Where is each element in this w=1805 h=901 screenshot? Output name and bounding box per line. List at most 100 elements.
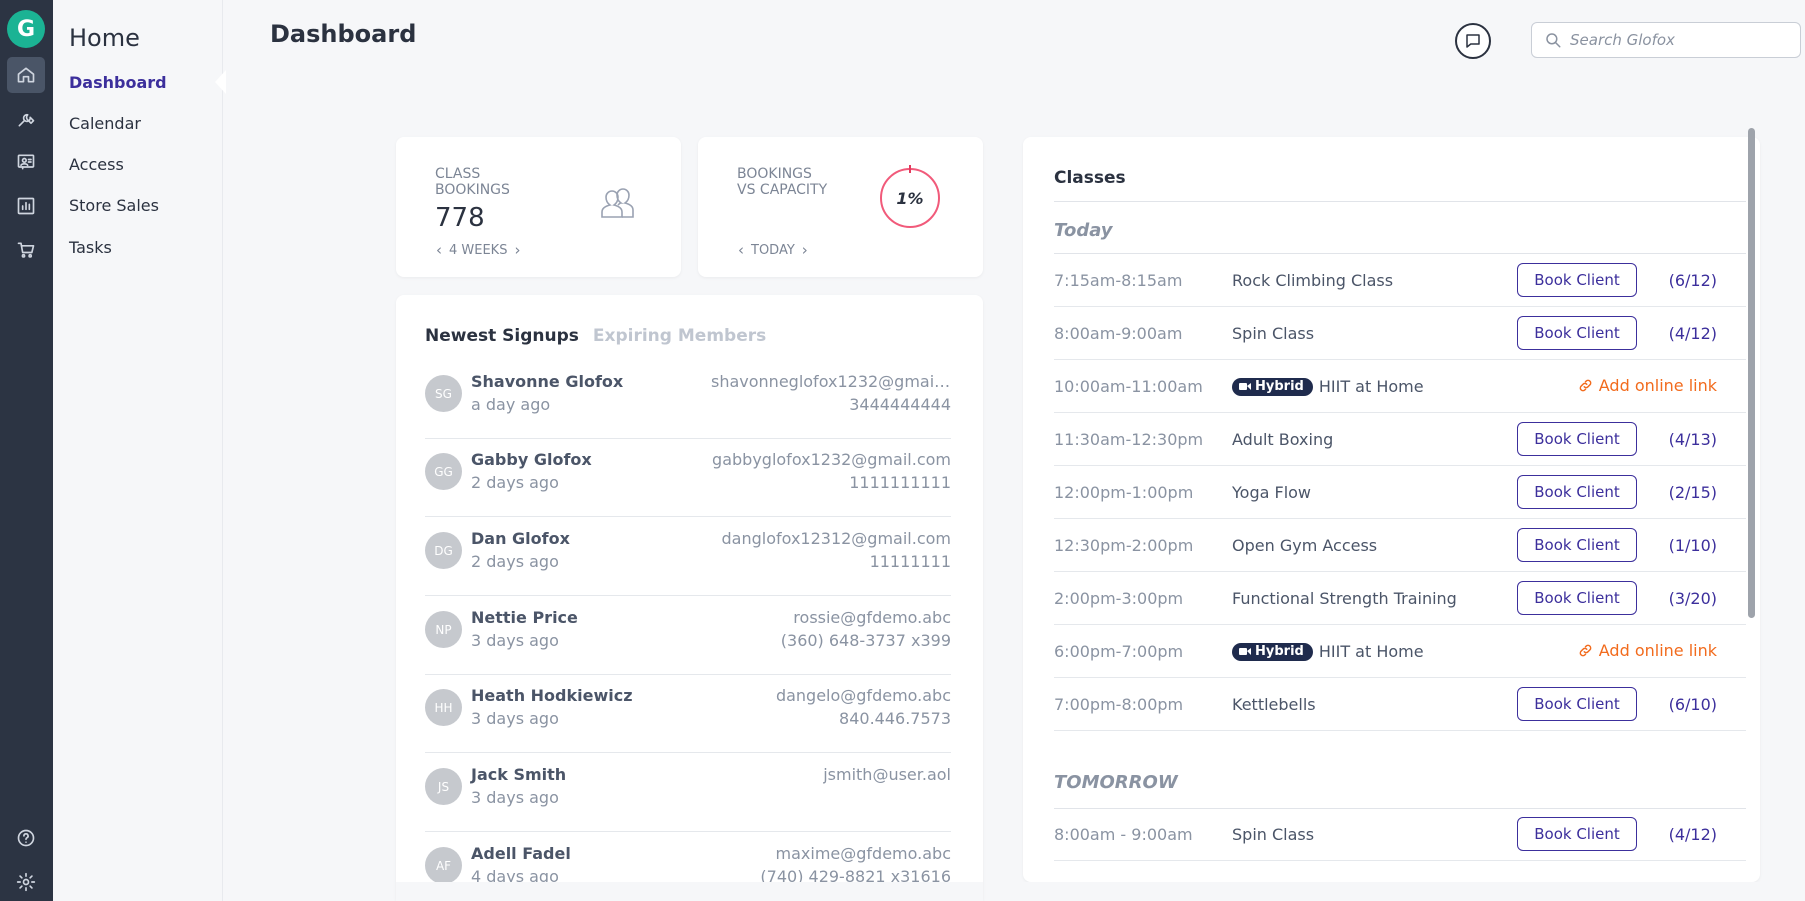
signup-email: maxime@gfdemo.abc (775, 844, 951, 863)
home-icon[interactable] (7, 57, 45, 93)
class-time: 6:00pm-7:00pm (1054, 642, 1184, 661)
signup-name[interactable]: Jack Smith (471, 765, 566, 784)
signup-row[interactable]: GG Gabby Glofox 2 days ago gabbyglofox12… (425, 439, 951, 517)
class-name[interactable]: Rock Climbing Class (1232, 271, 1393, 290)
signup-email: rossie@gfdemo.abc (793, 608, 951, 627)
class-name-text: Open Gym Access (1232, 536, 1378, 555)
gear-icon[interactable] (7, 864, 45, 900)
class-name[interactable]: Hybrid HIIT at Home (1232, 377, 1424, 396)
nav-item-store-sales[interactable]: Store Sales (69, 196, 159, 215)
signup-phone: (360) 648-3737 x399 (780, 631, 951, 650)
book-client-button[interactable]: Book Client (1517, 817, 1637, 851)
signup-row[interactable]: HH Heath Hodkiewicz 3 days ago dangelo@g… (425, 675, 951, 753)
signup-date: 3 days ago (471, 788, 559, 807)
avatar: DG (425, 532, 462, 569)
class-row: 10:00am-11:00am Hybrid HIIT at Home Add … (1054, 360, 1746, 413)
class-time: 11:30am-12:30pm (1054, 430, 1204, 449)
signup-name[interactable]: Nettie Price (471, 608, 578, 627)
class-name[interactable]: Spin Class (1232, 825, 1314, 844)
signup-name[interactable]: Dan Glofox (471, 529, 570, 548)
class-time: 12:30pm-2:00pm (1054, 536, 1194, 555)
book-client-button[interactable]: Book Client (1517, 581, 1637, 615)
signup-row[interactable]: DG Dan Glofox 2 days ago danglofox12312@… (425, 518, 951, 596)
class-time: 7:00pm-8:00pm (1054, 695, 1184, 714)
tools-icon[interactable] (7, 101, 45, 137)
class-time: 7:15am-8:15am (1054, 271, 1183, 290)
class-name[interactable]: Functional Strength Training (1232, 589, 1457, 608)
avatar: NP (425, 611, 462, 648)
class-name-text: Yoga Flow (1232, 483, 1312, 502)
nav-item-dashboard[interactable]: Dashboard (69, 73, 167, 92)
class-name-text: Spin Class (1232, 825, 1315, 844)
contacts-icon[interactable] (7, 144, 45, 180)
classes-scrollbar[interactable] (1748, 128, 1755, 618)
class-name[interactable]: Open Gym Access (1232, 536, 1377, 555)
help-icon[interactable] (7, 820, 45, 856)
glofox-logo[interactable]: G (7, 10, 45, 48)
class-name-text: Functional Strength Training (1232, 589, 1457, 608)
book-client-button[interactable]: Book Client (1517, 263, 1637, 297)
signup-phone: 11111111 (869, 552, 951, 571)
class-time: 2:00pm-3:00pm (1054, 589, 1184, 608)
chat-button[interactable] (1455, 23, 1491, 59)
class-name[interactable]: Adult Boxing (1232, 430, 1333, 449)
signup-name[interactable]: Gabby Glofox (471, 450, 592, 469)
chevron-left-icon[interactable]: ‹ (436, 241, 442, 259)
class-name-text: Kettlebells (1232, 695, 1316, 714)
class-capacity: (1/10) (1668, 536, 1717, 555)
capacity-period: TODAY (751, 242, 795, 258)
day-label-today: Today (1054, 220, 1113, 241)
signup-phone: 3444444444 (849, 395, 951, 414)
class-name[interactable]: Spin Class (1232, 324, 1314, 343)
search-box[interactable] (1531, 22, 1801, 58)
class-name-text: Spin Class (1232, 324, 1315, 343)
avatar: SG (425, 375, 462, 412)
class-name[interactable]: Yoga Flow (1232, 483, 1311, 502)
search-input[interactable] (1570, 31, 1790, 49)
page-title: Dashboard (270, 20, 417, 48)
signup-email: dangelo@gfdemo.abc (775, 686, 951, 705)
class-name-text: Adult Boxing (1232, 430, 1334, 449)
chevron-left-icon[interactable]: ‹ (738, 241, 744, 259)
class-name[interactable]: Hybrid HIIT at Home (1232, 642, 1424, 661)
reports-icon[interactable] (7, 188, 45, 224)
book-client-button[interactable]: Book Client (1517, 422, 1637, 456)
signup-row[interactable]: SG Shavonne Glofox a day ago shavonneglo… (425, 361, 951, 439)
signup-row[interactable]: NP Nettie Price 3 days ago rossie@gfdemo… (425, 597, 951, 675)
signup-row[interactable]: JS Jack Smith 3 days ago jsmith@user.aol (425, 754, 951, 832)
hybrid-badge: Hybrid (1232, 642, 1313, 661)
cart-icon[interactable] (7, 232, 45, 268)
book-client-button[interactable]: Book Client (1517, 316, 1637, 350)
book-client-button[interactable]: Book Client (1517, 687, 1637, 721)
signup-name[interactable]: Shavonne Glofox (471, 372, 623, 391)
signup-name[interactable]: Adell Fadel (471, 844, 571, 863)
day-label-tomorrow: TOMORROW (1054, 772, 1178, 793)
add-online-link[interactable]: Add online link (1578, 641, 1717, 660)
class-capacity: (4/12) (1668, 324, 1717, 343)
link-icon (1579, 379, 1592, 392)
class-capacity: (3/20) (1668, 589, 1717, 608)
signup-email: danglofox12312@gmail.com (721, 529, 951, 548)
video-icon (1239, 382, 1251, 390)
nav-item-tasks[interactable]: Tasks (69, 238, 112, 257)
signup-email: shavonneglofox1232@gmail.c... (711, 372, 951, 391)
book-client-button[interactable]: Book Client (1517, 528, 1637, 562)
class-name[interactable]: Kettlebells (1232, 695, 1316, 714)
hybrid-badge: Hybrid (1232, 377, 1313, 396)
nav-item-calendar[interactable]: Calendar (69, 114, 141, 133)
book-client-button[interactable]: Book Client (1517, 475, 1637, 509)
signup-name[interactable]: Heath Hodkiewicz (471, 686, 633, 705)
class-capacity: (4/13) (1668, 430, 1717, 449)
signup-email: gabbyglofox1232@gmail.com (712, 450, 951, 469)
tab-newest-signups[interactable]: Newest Signups (425, 326, 579, 346)
chevron-right-icon[interactable]: › (802, 241, 808, 259)
members-icon (601, 188, 634, 218)
avatar: AF (425, 847, 462, 884)
nav-item-access[interactable]: Access (69, 155, 124, 174)
classes-title: Classes (1054, 168, 1126, 188)
tab-expiring-members[interactable]: Expiring Members (593, 326, 766, 346)
add-online-link[interactable]: Add online link (1578, 376, 1717, 395)
class-row: 11:30am-12:30pm Adult Boxing Book Client… (1054, 413, 1746, 466)
chevron-right-icon[interactable]: › (514, 241, 520, 259)
class-bookings-label-line2: BOOKINGS (435, 182, 510, 198)
